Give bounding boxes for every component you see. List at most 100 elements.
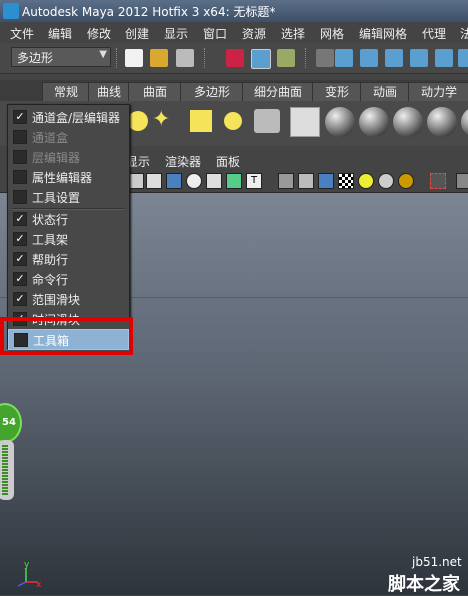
menu-item-shelf[interactable]: ✓ 工具架 xyxy=(8,229,129,249)
menu-edit[interactable]: 编辑 xyxy=(48,25,72,42)
text-icon[interactable]: T xyxy=(246,173,262,189)
material-sphere-icon[interactable] xyxy=(427,107,457,137)
toolbar-divider xyxy=(204,48,207,68)
hud-bar-fill xyxy=(2,445,8,495)
checkbox[interactable]: ✓ xyxy=(13,252,27,266)
menu-proxy[interactable]: 代理 xyxy=(422,25,446,42)
new-scene-icon[interactable] xyxy=(125,49,143,67)
snap-point-icon[interactable] xyxy=(385,49,403,67)
film-gate-icon[interactable] xyxy=(146,173,162,189)
isolate-icon[interactable] xyxy=(278,173,294,189)
open-scene-icon[interactable] xyxy=(150,49,168,67)
menu-select[interactable]: 选择 xyxy=(281,25,305,42)
menu-item-attribute-editor[interactable]: 属性编辑器 xyxy=(8,167,129,187)
menu-mesh[interactable]: 网格 xyxy=(320,25,344,42)
title-bar: Autodesk Maya 2012 Hotfix 3 x64: 无标题* xyxy=(0,0,468,22)
mode-select[interactable]: 多边形 ▼ xyxy=(11,47,111,67)
toolbar-divider xyxy=(305,48,308,68)
tab-general[interactable]: 常规 xyxy=(42,82,90,101)
select-object-icon[interactable] xyxy=(251,49,271,69)
xray-icon[interactable] xyxy=(206,173,222,189)
point-light-icon[interactable] xyxy=(128,111,148,131)
checkbox[interactable]: ✓ xyxy=(13,232,27,246)
shelf-tab-bar: 常规 曲线 曲面 多边形 细分曲面 变形 动画 动力学 xyxy=(0,80,468,101)
menu-item-tool-settings[interactable]: 工具设置 xyxy=(8,187,129,207)
highlight-box xyxy=(0,317,133,355)
menu-item-layer-editor: 层编辑器 xyxy=(8,147,129,167)
axis-y-label: y xyxy=(24,560,30,570)
checkbox[interactable]: ✓ xyxy=(13,110,27,124)
save-scene-icon[interactable] xyxy=(176,49,194,67)
menu-display[interactable]: 显示 xyxy=(164,25,188,42)
tab-dynamics[interactable]: 动力学 xyxy=(408,82,468,101)
camera-icon[interactable] xyxy=(254,109,280,133)
area-light-icon[interactable] xyxy=(190,110,212,132)
menu-item-status-line[interactable]: ✓ 状态行 xyxy=(8,209,129,229)
checkbox xyxy=(13,150,27,164)
tab-curves[interactable]: 曲线 xyxy=(88,82,130,101)
menu-item-help-line[interactable]: ✓ 帮助行 xyxy=(8,249,129,269)
checkbox[interactable]: ✓ xyxy=(13,212,27,226)
material-sphere-icon[interactable] xyxy=(325,107,355,137)
menu-bar: 文件 编辑 修改 创建 显示 窗口 资源 选择 网格 编辑网格 代理 法 xyxy=(0,22,468,44)
window-title: Autodesk Maya 2012 Hotfix 3 x64: 无标题* xyxy=(22,5,276,19)
hud-value: 54 xyxy=(2,417,16,428)
status-line: 多边形 ▼ xyxy=(0,43,468,74)
snap-view-plane-icon[interactable] xyxy=(410,49,428,67)
material-sphere-icon[interactable] xyxy=(393,107,423,137)
more-icon[interactable] xyxy=(456,173,468,189)
menu-item-command-line[interactable]: ✓ 命令行 xyxy=(8,269,129,289)
checkbox[interactable]: ✓ xyxy=(13,292,27,306)
cube-shaded-icon[interactable] xyxy=(298,173,314,189)
checkbox xyxy=(13,130,27,144)
tab-polygons[interactable]: 多边形 xyxy=(180,82,244,101)
axis-indicator: y x xyxy=(17,560,42,588)
material-sphere-icon[interactable] xyxy=(359,107,389,137)
snap-curve-icon[interactable] xyxy=(360,49,378,67)
menu-assets[interactable]: 资源 xyxy=(242,25,266,42)
menu-window[interactable]: 窗口 xyxy=(203,25,227,42)
menu-more[interactable]: 法 xyxy=(460,25,468,42)
select-component-icon[interactable] xyxy=(277,49,295,67)
select-hierarchy-icon[interactable] xyxy=(226,49,244,67)
light-icon[interactable] xyxy=(358,173,374,189)
tab-deformation[interactable]: 变形 xyxy=(312,82,362,101)
volume-light-icon[interactable] xyxy=(224,112,242,130)
panel-menu-panels[interactable]: 面板 xyxy=(216,153,240,170)
ambient-occlusion-icon[interactable] xyxy=(398,173,414,189)
menu-item-range-slider[interactable]: ✓ 范围滑块 xyxy=(8,289,129,309)
make-live-icon[interactable] xyxy=(435,49,453,67)
menu-edit-mesh[interactable]: 编辑网格 xyxy=(359,25,407,42)
panel-menu-renderer[interactable]: 渲染器 xyxy=(165,153,201,170)
snap-grid-icon[interactable] xyxy=(335,49,353,67)
smooth-shade-icon[interactable] xyxy=(166,173,182,189)
wireframe-icon[interactable] xyxy=(128,173,144,189)
checkbox[interactable] xyxy=(13,170,27,184)
checker-icon[interactable] xyxy=(338,173,354,189)
menu-create[interactable]: 创建 xyxy=(125,25,149,42)
shadow-icon[interactable] xyxy=(378,173,394,189)
default-lighting-icon[interactable] xyxy=(186,173,202,189)
menu-item-channel-box-layer-editor[interactable]: ✓ 通道盒/层编辑器 xyxy=(8,107,129,127)
watermark-site: jb51.net xyxy=(412,555,462,569)
cube-blue-icon[interactable] xyxy=(318,173,334,189)
material-sphere-icon[interactable] xyxy=(461,107,468,137)
hud-bar xyxy=(0,440,14,500)
toolbar-divider xyxy=(116,48,119,68)
tab-animation[interactable]: 动画 xyxy=(360,82,410,101)
menu-modify[interactable]: 修改 xyxy=(87,25,111,42)
mode-select-value: 多边形 xyxy=(17,51,54,65)
select-region-icon[interactable] xyxy=(430,173,446,189)
checkbox[interactable]: ✓ xyxy=(13,272,27,286)
spot-light-icon[interactable]: ✦ xyxy=(152,107,180,135)
tab-subdiv[interactable]: 细分曲面 xyxy=(242,82,314,101)
tab-surfaces[interactable]: 曲面 xyxy=(128,82,182,101)
menu-file[interactable]: 文件 xyxy=(10,25,34,42)
more-tools-icon[interactable] xyxy=(458,49,468,67)
checkbox[interactable] xyxy=(13,190,27,204)
selection-mask-icon[interactable] xyxy=(316,49,334,67)
axis-x-label: x xyxy=(36,580,42,588)
texture-icon[interactable] xyxy=(226,173,242,189)
render-icon[interactable] xyxy=(290,107,320,137)
watermark-name: 脚本之家 xyxy=(388,574,460,595)
